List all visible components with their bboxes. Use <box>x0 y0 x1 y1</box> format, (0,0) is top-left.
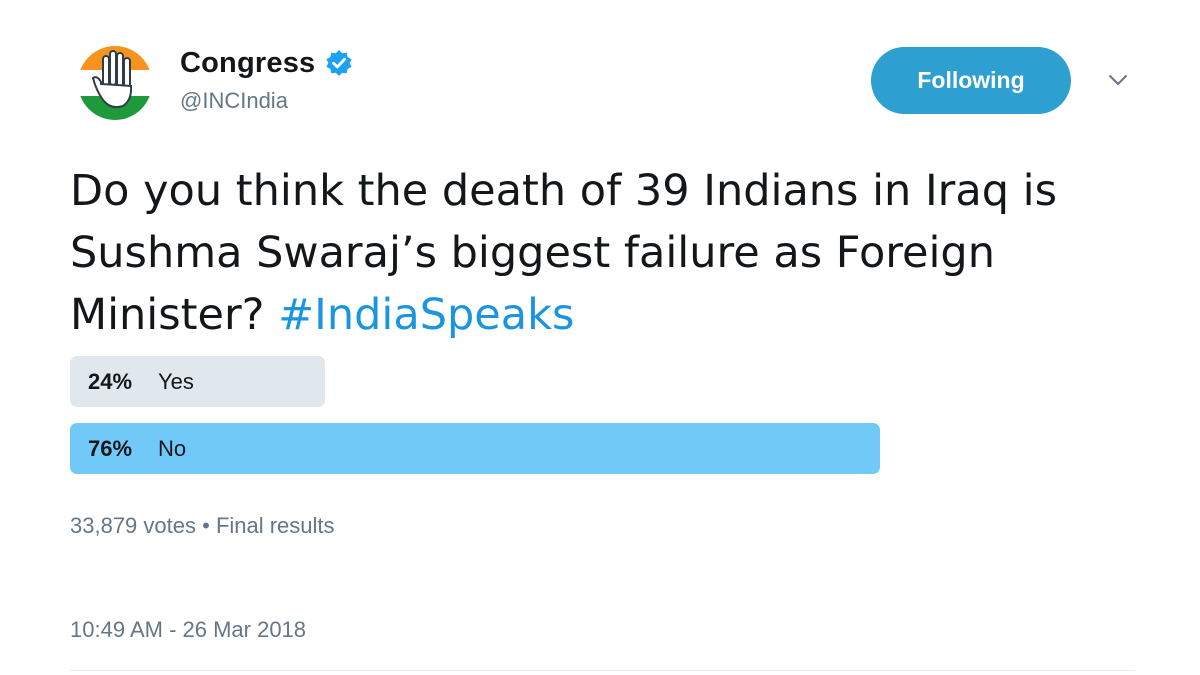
poll-results-meta: 33,879 votes • Final results <box>70 513 335 539</box>
vote-count: 33,879 votes <box>70 513 196 538</box>
hashtag-link[interactable]: #IndiaSpeaks <box>278 290 574 340</box>
poll-option-label: Yes <box>158 368 194 394</box>
verified-badge-icon <box>326 50 352 76</box>
poll-option-label: No <box>158 435 187 461</box>
chevron-down-icon[interactable] <box>1106 72 1130 88</box>
divider <box>70 670 1135 671</box>
meta-separator: • <box>202 513 210 538</box>
poll-option-no: 76% No <box>70 423 880 474</box>
tweet-text: Do you think the death of 39 Indians in … <box>70 160 1160 346</box>
tweet-timestamp[interactable]: 10:49 AM - 26 Mar 2018 <box>70 617 306 643</box>
following-button[interactable]: Following <box>871 47 1071 114</box>
tweet-card: Congress @INCIndia Following Do you thin… <box>0 0 1200 675</box>
poll-status: Final results <box>215 513 335 538</box>
author-info[interactable]: Congress @INCIndia <box>180 44 353 114</box>
poll-percent: 76% <box>88 435 133 461</box>
avatar[interactable] <box>77 42 153 124</box>
poll-percent: 24% <box>88 368 133 394</box>
congress-hand-logo-icon <box>78 46 152 120</box>
poll-option-yes: 24% Yes <box>70 356 325 407</box>
user-handle[interactable]: @INCIndia <box>180 88 353 114</box>
display-name[interactable]: Congress <box>180 47 315 80</box>
